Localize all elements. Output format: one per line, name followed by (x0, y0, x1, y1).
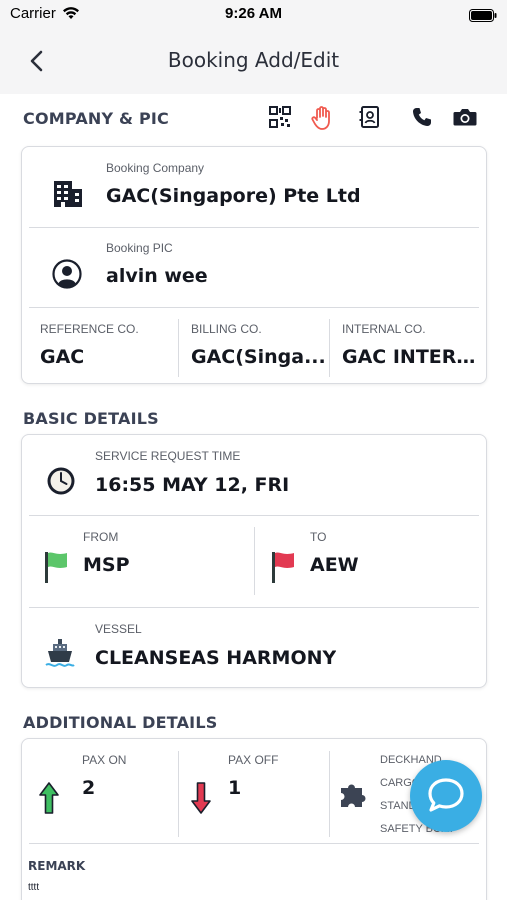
additional-section-title: ADDITIONAL DETAILS (23, 713, 218, 732)
status-bar: Carrier 9:26 AM (0, 0, 507, 28)
from-location-field[interactable]: FROM MSP (22, 516, 254, 606)
internal-company-value: GAC INTERN... (342, 346, 482, 368)
booking-pic-row[interactable]: Booking PIC alvin wee (22, 228, 486, 307)
booking-company-row[interactable]: Booking Company GAC(Singapore) Pte Ltd (22, 147, 486, 227)
additional-details-card: PAX ON 2 PAX OFF 1 DECKHAND CARGO STANDB… (21, 738, 487, 900)
red-flag-icon (272, 552, 294, 583)
company-section-title: COMPANY & PIC (23, 109, 169, 128)
to-value: AEW (310, 554, 359, 576)
booking-pic-value: alvin wee (106, 265, 208, 287)
camera-icon (453, 109, 477, 126)
internal-company-label: INTERNAL CO. (342, 322, 426, 336)
billing-company-label: BILLING CO. (191, 322, 262, 336)
company-card: Booking Company GAC(Singapore) Pte Ltd B… (21, 146, 487, 384)
billing-company-field[interactable]: BILLING CO. GAC(Singa... (179, 308, 329, 383)
remark-value: tttt (28, 882, 40, 893)
internal-company-field[interactable]: INTERNAL CO. GAC INTERN... (330, 308, 486, 383)
booking-company-label: Booking Company (106, 161, 205, 175)
page-title: Booking Add/Edit (167, 48, 340, 72)
pax-on-field[interactable]: PAX ON 2 (22, 739, 178, 839)
service-time-row[interactable]: SERVICE REQUEST TIME 16:55 MAY 12, FRI (22, 435, 486, 515)
hand-button[interactable] (310, 105, 336, 131)
pax-on-label: PAX ON (82, 753, 127, 767)
building-icon (54, 181, 82, 207)
chat-bubble-icon (428, 778, 464, 812)
service-time-value: 16:55 MAY 12, FRI (95, 474, 290, 496)
vessel-value: CLEANSEAS HARMONY (95, 647, 337, 669)
qr-code-button[interactable] (268, 105, 294, 131)
clock-label: 9:26 AM (225, 5, 282, 22)
ship-icon (45, 639, 75, 667)
arrow-down-icon (191, 782, 211, 814)
reference-company-value: GAC (40, 346, 85, 368)
qr-code-icon (269, 106, 291, 128)
pax-off-label: PAX OFF (228, 753, 279, 767)
camera-button[interactable] (452, 105, 478, 131)
pax-off-field[interactable]: PAX OFF 1 (179, 739, 329, 839)
billing-company-value: GAC(Singa... (191, 346, 326, 368)
basic-section-title: BASIC DETAILS (23, 409, 159, 428)
phone-icon (413, 108, 431, 126)
contact-card-icon (359, 106, 379, 128)
booking-pic-label: Booking PIC (106, 241, 173, 255)
from-label: FROM (83, 530, 119, 544)
phone-button[interactable] (410, 105, 436, 131)
navigation-bar: Booking Add/Edit (0, 28, 507, 94)
remark-label: REMARK (28, 859, 86, 873)
user-avatar-icon (52, 259, 82, 289)
green-flag-icon (45, 552, 67, 583)
basic-details-card: SERVICE REQUEST TIME 16:55 MAY 12, FRI F… (21, 434, 487, 688)
puzzle-icon (341, 784, 366, 807)
contact-card-button[interactable] (358, 105, 384, 131)
remark-field[interactable]: REMARK tttt (22, 844, 486, 900)
arrow-up-icon (39, 782, 59, 814)
service-time-label: SERVICE REQUEST TIME (95, 449, 241, 463)
to-location-field[interactable]: TO AEW (255, 516, 486, 606)
reference-company-field[interactable]: REFERENCE CO. GAC (22, 308, 178, 383)
pax-on-value: 2 (82, 777, 96, 799)
from-value: MSP (83, 554, 130, 576)
vessel-row[interactable]: VESSEL CLEANSEAS HARMONY (22, 608, 486, 687)
battery-icon (469, 7, 497, 26)
hand-icon (311, 106, 330, 130)
booking-company-value: GAC(Singapore) Pte Ltd (106, 185, 361, 207)
reference-company-label: REFERENCE CO. (40, 322, 139, 336)
vessel-label: VESSEL (95, 622, 142, 636)
chat-button[interactable] (410, 760, 482, 832)
pax-off-value: 1 (228, 777, 242, 799)
company-toolbar (266, 105, 486, 131)
clock-icon (47, 467, 75, 495)
to-label: TO (310, 530, 327, 544)
